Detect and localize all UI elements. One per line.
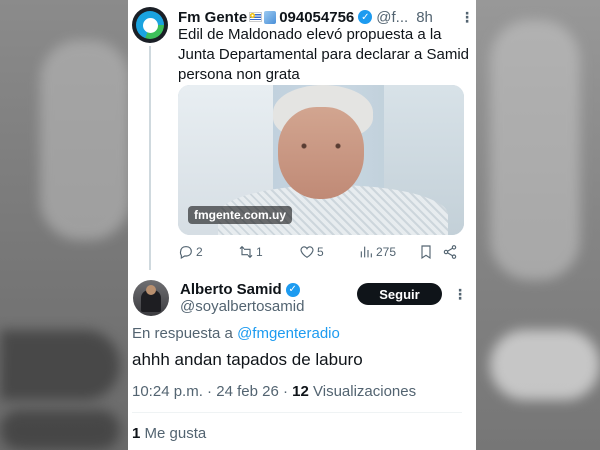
in-reply-to: En respuesta a @fmgenteradio [132, 325, 340, 342]
reply-likes-count: 1 [132, 425, 141, 442]
reply-date[interactable]: 24 feb 26 [216, 383, 279, 400]
like-icon [300, 246, 314, 259]
reply-count: 2 [196, 245, 203, 259]
verified-badge-icon: ✓ [358, 10, 373, 24]
in-reply-prefix: En respuesta a [132, 325, 233, 342]
thread-line [149, 46, 151, 270]
reply-likes[interactable]: 1 Me gusta [132, 425, 206, 442]
divider [132, 412, 462, 413]
uruguay-flag-icon [249, 12, 263, 22]
reply-button[interactable]: 2 [178, 242, 203, 262]
reply-time[interactable]: 10:24 p.m. [132, 383, 203, 400]
tweet-actions: 2 1 5 275 [178, 242, 468, 262]
follow-button[interactable]: Seguir [357, 283, 442, 305]
reply-likes-label: Me gusta [144, 425, 207, 442]
reply-author-name[interactable]: Alberto Samid [180, 281, 282, 298]
retweet-count: 1 [256, 245, 263, 259]
reply-views-label: Visualizaciones [313, 383, 417, 400]
retweet-icon [239, 245, 253, 259]
like-count: 5 [317, 245, 324, 259]
reply-author-handle[interactable]: @soyalbertosamid [180, 298, 304, 315]
author-name[interactable]: Fm Gente [178, 9, 247, 26]
alberto-samid-avatar[interactable] [133, 280, 169, 316]
views-icon [360, 246, 372, 258]
reply-author-name-row: Alberto Samid ✓ [180, 281, 304, 298]
media-watermark: fmgente.com.uy [188, 206, 293, 224]
fm-gente-avatar[interactable] [132, 7, 168, 43]
author-handle[interactable]: @f... [376, 9, 408, 26]
bookmark-button[interactable] [418, 242, 436, 262]
verified-badge-icon: ✓ [285, 282, 300, 297]
views-button[interactable]: 275 [358, 242, 396, 262]
reply-views-count: 12 [292, 383, 309, 400]
in-reply-handle-link[interactable]: @fmgenteradio [237, 325, 340, 342]
tweet-time[interactable]: 8h [416, 9, 433, 26]
tweet-card: Fm Gente 094054756 ✓ @f... 8h ⋮ Edil de … [128, 0, 476, 450]
more-icon[interactable]: ⋮ [453, 286, 467, 303]
mobile-phone-icon [264, 10, 277, 24]
reply-icon [179, 246, 192, 260]
tweet-header: Fm Gente 094054756 ✓ @f... 8h ⋮ [178, 7, 474, 27]
share-icon [443, 245, 457, 259]
retweet-button[interactable]: 1 [238, 242, 263, 262]
author-phone: 094054756 [279, 8, 355, 26]
share-button[interactable] [442, 242, 460, 262]
tweet-media-image[interactable]: fmgente.com.uy [178, 85, 464, 235]
reply-text: ahhh andan tapados de laburo [132, 350, 363, 369]
more-icon[interactable]: ⋮ [460, 9, 474, 26]
views-count: 275 [376, 245, 397, 259]
bookmark-icon [421, 245, 431, 260]
reply-meta: 10:24 p.m. · 24 feb 26 · 12 Visualizacio… [132, 383, 417, 400]
tweet-text: Edil de Maldonado elevó propuesta a la J… [178, 26, 469, 83]
like-button[interactable]: 5 [299, 242, 324, 262]
